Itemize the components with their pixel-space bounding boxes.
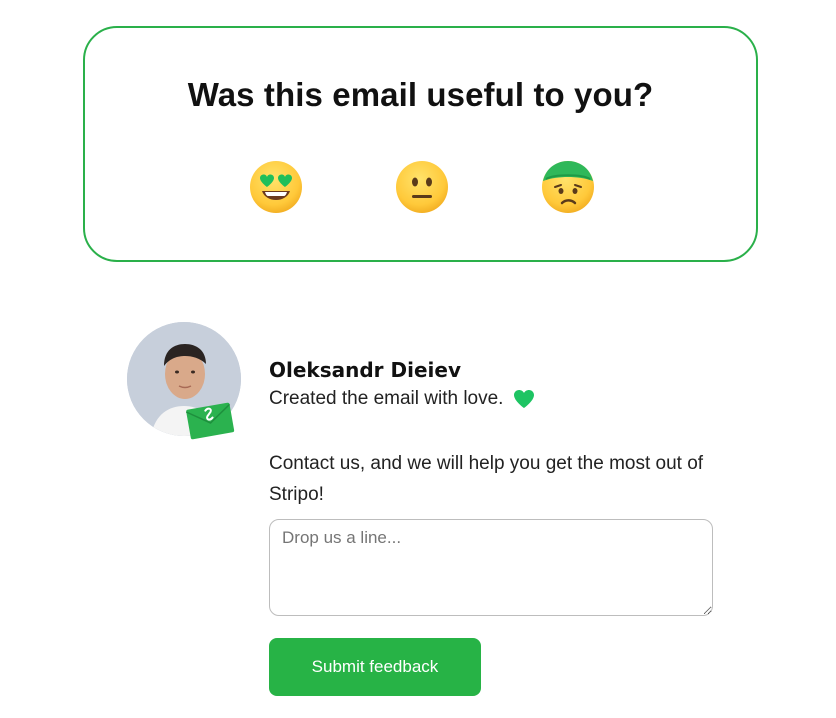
green-heart-icon xyxy=(513,389,535,409)
contact-text: Contact us, and we will help you get the… xyxy=(269,453,704,505)
survey-card: Was this email useful to you? xyxy=(83,26,758,262)
feedback-textarea[interactable] xyxy=(269,519,713,616)
author-name: Oleksandr Dieiev xyxy=(269,358,461,382)
author-tagline-text: Created the email with love. xyxy=(269,388,504,409)
heart-eyes-emoji-icon[interactable] xyxy=(248,159,304,215)
stripo-envelope-icon xyxy=(184,400,236,440)
email-feedback-page: Was this email useful to you? Oleksandr … xyxy=(0,0,836,718)
emoji-rating-row xyxy=(85,159,756,219)
submit-feedback-button[interactable]: Submit feedback xyxy=(269,638,481,696)
neutral-face-emoji-icon[interactable] xyxy=(394,159,450,215)
survey-title: Was this email useful to you? xyxy=(187,76,654,113)
bandaged-face-emoji-icon[interactable] xyxy=(540,159,596,215)
author-tagline: Created the email with love. xyxy=(269,388,535,410)
